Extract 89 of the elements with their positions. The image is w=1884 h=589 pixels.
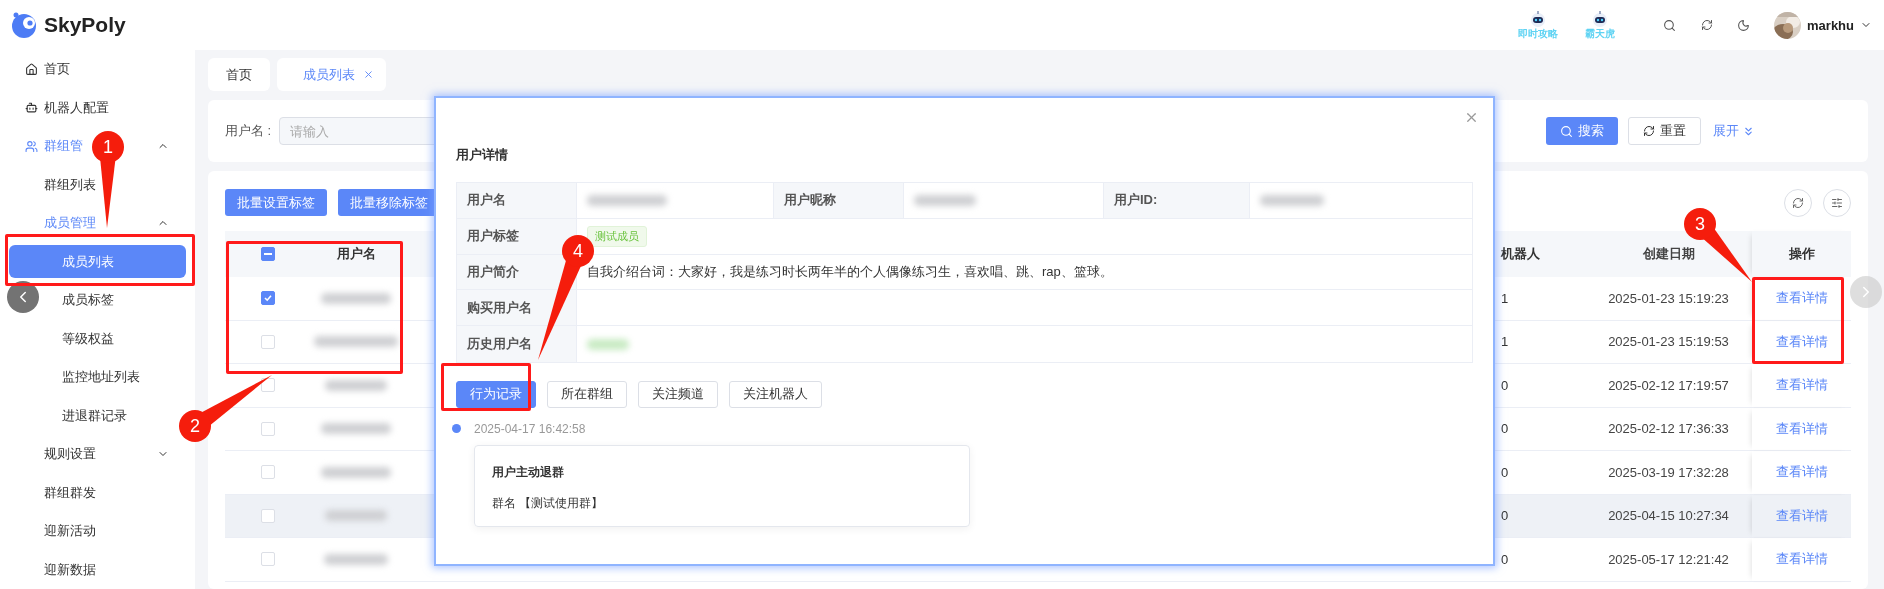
- redacted-tag: [587, 338, 629, 350]
- detail-label: 用户ID:: [1104, 183, 1250, 218]
- search-button[interactable]: 搜索: [1546, 117, 1618, 145]
- close-icon[interactable]: [1464, 110, 1479, 125]
- sidebar-item[interactable]: 进退群记录: [62, 399, 127, 433]
- search-icon: [1560, 124, 1573, 138]
- table-cell: 0: [1501, 508, 1509, 524]
- dialog-tab[interactable]: 行为记录: [456, 381, 536, 408]
- event-title: 用户主动退群: [492, 464, 565, 481]
- detail-label: 用户昵称: [774, 183, 904, 218]
- expand-link[interactable]: 展开: [1713, 122, 1755, 140]
- view-details-link[interactable]: 查看详情: [1775, 463, 1828, 482]
- detail-label: 历史用户名: [457, 326, 577, 362]
- table-cell: 2025-01-23 15:19:53: [1608, 334, 1729, 350]
- refresh-icon: [1792, 196, 1804, 209]
- event-detail: 群名 【测试使用群】: [492, 495, 605, 512]
- redacted-text: [321, 466, 391, 478]
- table-cell: 1: [1501, 334, 1509, 350]
- redacted-text: [324, 553, 388, 565]
- view-details-link[interactable]: 查看详情: [1775, 550, 1828, 569]
- table-cell: 0: [1501, 421, 1509, 437]
- dialog-tab[interactable]: 关注机器人: [729, 381, 822, 408]
- detail-label: 用户名: [457, 183, 577, 218]
- table-cell: 2025-02-12 17:36:33: [1608, 421, 1729, 437]
- moon-icon[interactable]: [1737, 18, 1751, 32]
- view-details-link[interactable]: 查看详情: [1775, 289, 1828, 308]
- batch-button[interactable]: 批量设置标签: [225, 189, 327, 216]
- view-details-link[interactable]: 查看详情: [1775, 332, 1828, 351]
- page-tab[interactable]: 首页: [208, 58, 270, 91]
- sidebar-item[interactable]: 群组群发: [44, 476, 96, 510]
- table-cell: 0: [1501, 464, 1509, 480]
- close-icon[interactable]: [363, 69, 374, 80]
- table-cell: 2025-04-15 10:27:34: [1608, 508, 1729, 524]
- view-details-link[interactable]: 查看详情: [1775, 376, 1828, 395]
- search-icon[interactable]: [1663, 18, 1677, 32]
- table-cell: 2025-01-23 15:19:23: [1608, 290, 1729, 306]
- sidebar-item[interactable]: 迎新数据: [44, 553, 96, 587]
- user-tag: 测试成员: [587, 225, 647, 247]
- redacted-text: [321, 292, 391, 304]
- column-header: 机器人: [1501, 245, 1540, 263]
- table-cell: 2025-05-17 12:21:42: [1608, 551, 1729, 567]
- sidebar-item[interactable]: 迎新活动: [44, 514, 96, 548]
- sidebar-group[interactable]: 规则设置: [44, 437, 96, 471]
- redacted-text: [914, 194, 976, 206]
- sidebar-item[interactable]: 成员列表: [9, 245, 186, 279]
- refresh-icon: [1643, 125, 1655, 137]
- redacted-text: [1260, 194, 1324, 206]
- users-icon: [25, 139, 38, 153]
- sidebar-item[interactable]: 监控地址列表: [62, 360, 140, 394]
- column-header: 用户名: [336, 245, 376, 263]
- sidebar-item[interactable]: 群组列表: [44, 168, 96, 202]
- field-label: 用户名 :: [225, 122, 272, 140]
- minus-icon: [263, 253, 272, 255]
- dialog-tab[interactable]: 关注频道: [638, 381, 718, 408]
- dialog-tab[interactable]: 所在群组: [547, 381, 627, 408]
- sidebar-item[interactable]: 首页: [25, 52, 70, 86]
- page-tab[interactable]: 成员列表: [277, 58, 386, 91]
- reset-button[interactable]: 重置: [1628, 117, 1701, 145]
- detail-label: 购买用户名: [457, 290, 577, 326]
- view-details-link[interactable]: 查看详情: [1775, 506, 1828, 525]
- redacted-text: [325, 379, 387, 391]
- sidebar-group[interactable]: 成员管理: [44, 206, 96, 240]
- user-name[interactable]: markhu: [1807, 17, 1854, 33]
- timeline-dot: [452, 424, 461, 434]
- redacted-text: [325, 510, 387, 522]
- app-logo: SkyPoly: [44, 13, 126, 37]
- column-header: 创建日期: [1642, 245, 1695, 263]
- row-checkbox[interactable]: [260, 291, 275, 306]
- sidebar-group[interactable]: 群组管: [25, 129, 83, 163]
- timeline-time: 2025-04-17 16:42:58: [474, 422, 586, 436]
- redacted-text: [321, 423, 391, 435]
- table-cell: 1: [1501, 290, 1509, 306]
- sliders-icon: [1831, 196, 1843, 209]
- sidebar-item[interactable]: 机器人配置: [25, 91, 109, 125]
- dialog-title: 用户详情: [456, 146, 509, 164]
- sidebar-item[interactable]: 等级权益: [62, 322, 114, 356]
- select-all-checkbox[interactable]: [260, 247, 275, 261]
- logo-icon: [10, 11, 38, 39]
- table-cell: 2025-02-12 17:19:57: [1608, 377, 1729, 393]
- column-header: 操作: [1788, 245, 1815, 263]
- table-cell: 2025-03-19 17:32:28: [1608, 464, 1729, 480]
- home-icon: [25, 62, 38, 76]
- table-cell: 0: [1501, 377, 1509, 393]
- check-icon: [262, 293, 273, 304]
- refresh-icon[interactable]: [1700, 19, 1713, 31]
- sidebar-item[interactable]: 成员标签: [62, 283, 114, 317]
- view-details-link[interactable]: 查看详情: [1775, 419, 1828, 438]
- table-cell: 0: [1501, 551, 1509, 567]
- robot-icon: [25, 101, 38, 115]
